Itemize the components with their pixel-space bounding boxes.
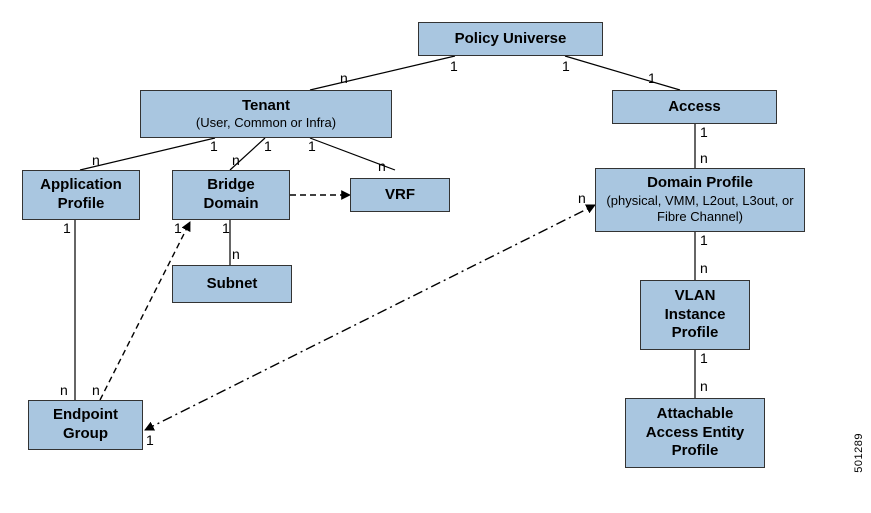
mult-label: n [578,190,586,206]
node-title: Access [668,98,721,117]
mult-label: 1 [264,138,272,154]
mult-label: n [700,150,708,166]
node-bridge-domain: Bridge Domain [172,170,290,220]
node-endpoint-group: Endpoint Group [28,400,143,450]
mult-label: n [700,260,708,276]
node-tenant: Tenant (User, Common or Infra) [140,90,392,138]
node-aaep: Attachable Access Entity Profile [625,398,765,468]
mult-label: 1 [700,350,708,366]
node-title-l1: VLAN [675,287,716,306]
mult-label: 1 [174,220,182,236]
node-title: Subnet [207,275,258,294]
node-title-l1: Application [40,176,122,195]
node-policy-universe: Policy Universe [418,22,603,56]
node-access: Access [612,90,777,124]
aci-association-diagram: Policy Universe Tenant (User, Common or … [0,0,871,513]
mult-label: 1 [450,58,458,74]
mult-label: 1 [146,432,154,448]
node-title-l2: Profile [58,195,105,214]
node-title: Policy Universe [455,30,567,49]
node-title-l2: Domain [203,195,258,214]
mult-label: n [92,152,100,168]
mult-label: n [340,70,348,86]
mult-label: n [700,378,708,394]
mult-label: 1 [648,70,656,86]
mult-label: 1 [700,124,708,140]
node-subnet: Subnet [172,265,292,303]
node-application-profile: Application Profile [22,170,140,220]
node-title-l2: Group [63,425,108,444]
node-title-l3: Profile [672,442,719,461]
node-subtitle: (physical, VMM, L2out, L3out, or Fibre C… [602,193,798,226]
mult-label: 1 [63,220,71,236]
node-title: VRF [385,186,415,205]
mult-label: n [92,382,100,398]
node-vlan-instance-profile: VLAN Instance Profile [640,280,750,350]
node-subtitle: (User, Common or Infra) [196,115,336,131]
node-title-l2: Access Entity [646,424,744,443]
node-title-l1: Bridge [207,176,255,195]
node-title: Domain Profile [647,174,753,193]
mult-label: n [60,382,68,398]
node-vrf: VRF [350,178,450,212]
node-title: Tenant [242,97,290,116]
mult-label: n [232,152,240,168]
mult-label: 1 [562,58,570,74]
node-title-l1: Endpoint [53,406,118,425]
mult-label: 1 [222,220,230,236]
figure-id: 501289 [853,433,865,473]
mult-label: 1 [210,138,218,154]
mult-label: n [378,158,386,174]
mult-label: 1 [700,232,708,248]
node-title-l1: Attachable [657,405,734,424]
mult-label: n [232,246,240,262]
node-domain-profile: Domain Profile (physical, VMM, L2out, L3… [595,168,805,232]
node-title-l3: Profile [672,324,719,343]
mult-label: 1 [308,138,316,154]
node-title-l2: Instance [665,306,726,325]
